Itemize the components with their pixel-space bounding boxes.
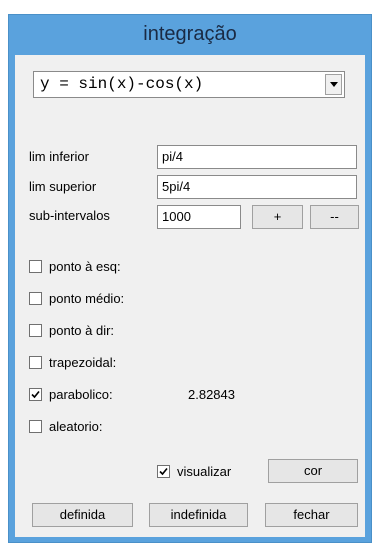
fechar-button[interactable]: fechar (265, 503, 358, 527)
method-label: aleatorio: (49, 419, 103, 434)
method-checkbox[interactable] (29, 356, 42, 369)
definida-button[interactable]: definida (32, 503, 133, 527)
method-checkbox[interactable] (29, 420, 42, 433)
lim-inferior-label: lim inferior (29, 149, 89, 164)
method-checkbox[interactable] (29, 292, 42, 305)
integration-window: integração y = sin(x)-cos(x) lim inferio… (8, 14, 372, 543)
method-result: 2.82843 (188, 387, 235, 402)
lim-inferior-value: pi/4 (162, 149, 183, 164)
checkmark-icon (31, 390, 40, 399)
function-select[interactable]: y = sin(x)-cos(x) (33, 71, 345, 98)
method-label: ponto médio: (49, 291, 125, 306)
method-checkbox[interactable] (29, 388, 42, 401)
lim-superior-value: 5pi/4 (162, 179, 191, 194)
dropdown-button[interactable] (325, 74, 342, 95)
sub-intervalos-label: sub-intervalos (29, 208, 110, 223)
indefinida-button[interactable]: indefinida (149, 503, 248, 527)
window-title: integração (143, 23, 237, 45)
visualizar-label: visualizar (177, 464, 232, 479)
method-checkbox[interactable] (29, 324, 42, 337)
title-bar[interactable]: integração (9, 15, 371, 55)
checkmark-icon (159, 467, 168, 476)
lim-superior-label: lim superior (29, 179, 97, 194)
dialog-body: y = sin(x)-cos(x) lim inferior pi/4 lim … (15, 55, 365, 537)
increment-button[interactable]: + (252, 205, 303, 229)
method-label: ponto à esq: (49, 259, 121, 274)
lim-superior-input[interactable]: 5pi/4 (157, 175, 357, 199)
chevron-down-icon (330, 82, 338, 87)
decrement-button[interactable]: -- (310, 205, 359, 229)
visualizar-checkbox[interactable] (157, 465, 170, 478)
sub-intervalos-input[interactable]: 1000 (157, 205, 241, 229)
cor-button[interactable]: cor (268, 459, 358, 483)
method-checkbox[interactable] (29, 260, 42, 273)
lim-inferior-input[interactable]: pi/4 (157, 145, 357, 169)
method-label: parabolico: (49, 387, 113, 402)
method-label: trapezoidal: (49, 355, 117, 370)
sub-intervalos-value: 1000 (162, 209, 191, 224)
function-select-value: y = sin(x)-cos(x) (40, 75, 204, 93)
method-label: ponto à dir: (49, 323, 115, 338)
